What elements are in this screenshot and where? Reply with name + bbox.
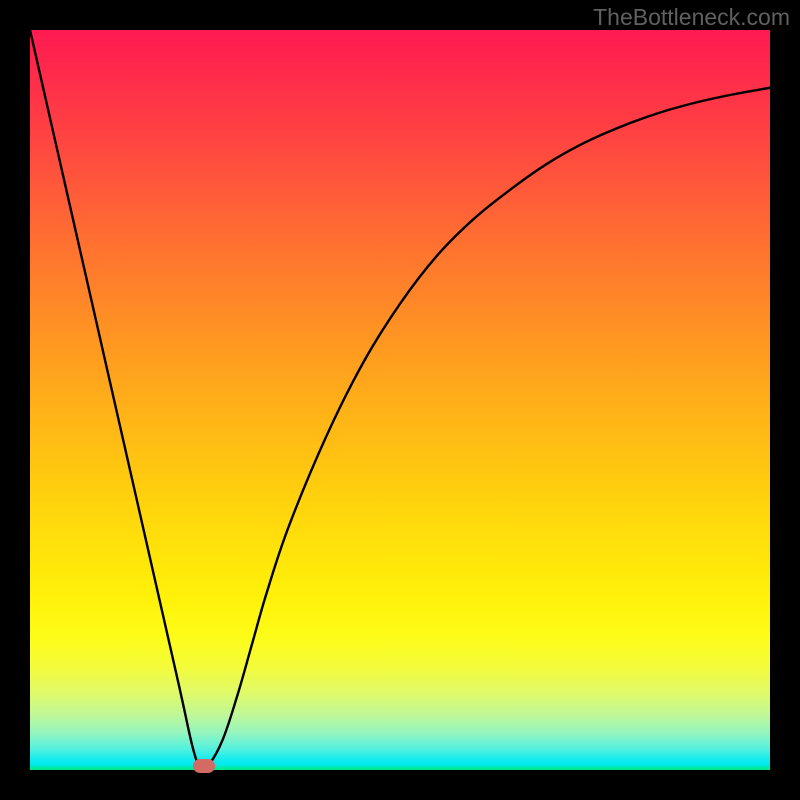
watermark-text: TheBottleneck.com xyxy=(593,4,790,31)
optimal-point-marker xyxy=(193,759,215,773)
bottleneck-curve xyxy=(30,30,770,770)
chart-container: TheBottleneck.com xyxy=(0,0,800,800)
plot-area xyxy=(30,30,770,770)
